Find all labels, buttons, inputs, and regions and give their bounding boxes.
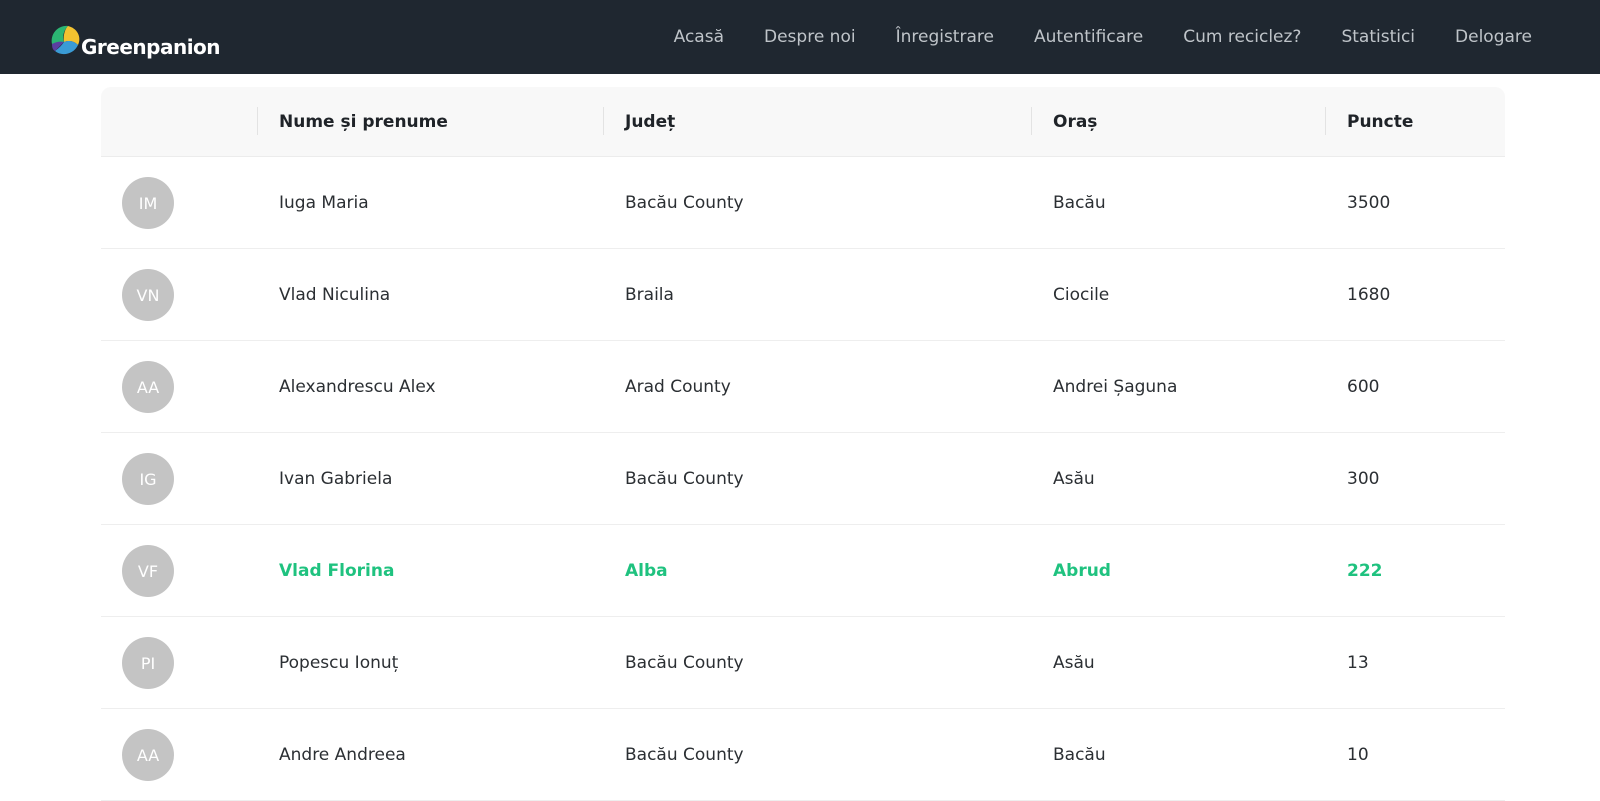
nav-link-acasa[interactable]: Acasă bbox=[674, 27, 724, 47]
row-points: 10 bbox=[1347, 745, 1369, 765]
table-row: VN Vlad Niculina Braila Ciocile 1680 bbox=[101, 249, 1505, 341]
table-row-current-user: VF Vlad Florina Alba Abrud 222 bbox=[101, 525, 1505, 617]
row-city: Asău bbox=[1053, 653, 1095, 673]
row-county: Bacău County bbox=[625, 193, 744, 213]
avatar: AA bbox=[122, 361, 174, 413]
row-city: Ciocile bbox=[1053, 285, 1110, 305]
row-name: Popescu Ionuț bbox=[279, 653, 399, 673]
row-city: Bacău bbox=[1053, 193, 1106, 213]
row-county: Arad County bbox=[625, 377, 731, 397]
avatar: AA bbox=[122, 729, 174, 781]
avatar: VF bbox=[122, 545, 174, 597]
nav-link-despre-noi[interactable]: Despre noi bbox=[764, 27, 856, 47]
row-points: 13 bbox=[1347, 653, 1369, 673]
avatar: IM bbox=[122, 177, 174, 229]
row-points: 600 bbox=[1347, 377, 1380, 397]
row-city: Asău bbox=[1053, 469, 1095, 489]
row-county: Bacău County bbox=[625, 653, 744, 673]
nav-link-autentificare[interactable]: Autentificare bbox=[1034, 27, 1143, 47]
avatar: VN bbox=[122, 269, 174, 321]
leaderboard-table: Nume și prenume Județ Oraș Puncte IM Iug… bbox=[101, 87, 1505, 801]
table-row: IM Iuga Maria Bacău County Bacău 3500 bbox=[101, 157, 1505, 249]
table-row: PI Popescu Ionuț Bacău County Asău 13 bbox=[101, 617, 1505, 709]
avatar: PI bbox=[122, 637, 174, 689]
column-divider bbox=[257, 107, 258, 135]
navbar: Greenpanion Acasă Despre noi Înregistrar… bbox=[0, 0, 1600, 74]
column-divider bbox=[603, 107, 604, 135]
table-row: AA Andre Andreea Bacău County Bacău 10 bbox=[101, 709, 1505, 801]
header-county[interactable]: Județ bbox=[625, 87, 675, 157]
header-name[interactable]: Nume și prenume bbox=[279, 87, 448, 157]
greenpanion-logo-icon bbox=[46, 20, 84, 58]
row-county: Braila bbox=[625, 285, 674, 305]
row-name: Ivan Gabriela bbox=[279, 469, 393, 489]
nav-links: Acasă Despre noi Înregistrare Autentific… bbox=[634, 0, 1532, 74]
nav-link-cum-reciclez[interactable]: Cum reciclez? bbox=[1183, 27, 1301, 47]
brand-name: Greenpanion bbox=[81, 35, 221, 59]
header-city[interactable]: Oraș bbox=[1053, 87, 1097, 157]
row-county: Bacău County bbox=[625, 469, 744, 489]
row-city: Andrei Șaguna bbox=[1053, 377, 1178, 397]
row-points: 300 bbox=[1347, 469, 1380, 489]
nav-link-statistici[interactable]: Statistici bbox=[1341, 27, 1415, 47]
row-city: Bacău bbox=[1053, 745, 1106, 765]
avatar: IG bbox=[122, 453, 174, 505]
table-row: AA Alexandrescu Alex Arad County Andrei … bbox=[101, 341, 1505, 433]
row-county: Bacău County bbox=[625, 745, 744, 765]
row-points: 3500 bbox=[1347, 193, 1391, 213]
table-row: IG Ivan Gabriela Bacău County Asău 300 bbox=[101, 433, 1505, 525]
row-points: 1680 bbox=[1347, 285, 1391, 305]
nav-link-delogare[interactable]: Delogare bbox=[1455, 27, 1532, 47]
table-header: Nume și prenume Județ Oraș Puncte bbox=[101, 87, 1505, 157]
row-name: Vlad Florina bbox=[279, 561, 395, 581]
row-county: Alba bbox=[625, 561, 668, 581]
column-divider bbox=[1325, 107, 1326, 135]
row-name: Andre Andreea bbox=[279, 745, 406, 765]
row-city: Abrud bbox=[1053, 561, 1111, 581]
row-name: Alexandrescu Alex bbox=[279, 377, 436, 397]
row-name: Vlad Niculina bbox=[279, 285, 391, 305]
row-points: 222 bbox=[1347, 561, 1383, 581]
row-name: Iuga Maria bbox=[279, 193, 369, 213]
column-divider bbox=[1031, 107, 1032, 135]
nav-link-inregistrare[interactable]: Înregistrare bbox=[896, 27, 994, 47]
brand[interactable]: Greenpanion bbox=[46, 14, 221, 59]
header-points[interactable]: Puncte bbox=[1347, 87, 1413, 157]
